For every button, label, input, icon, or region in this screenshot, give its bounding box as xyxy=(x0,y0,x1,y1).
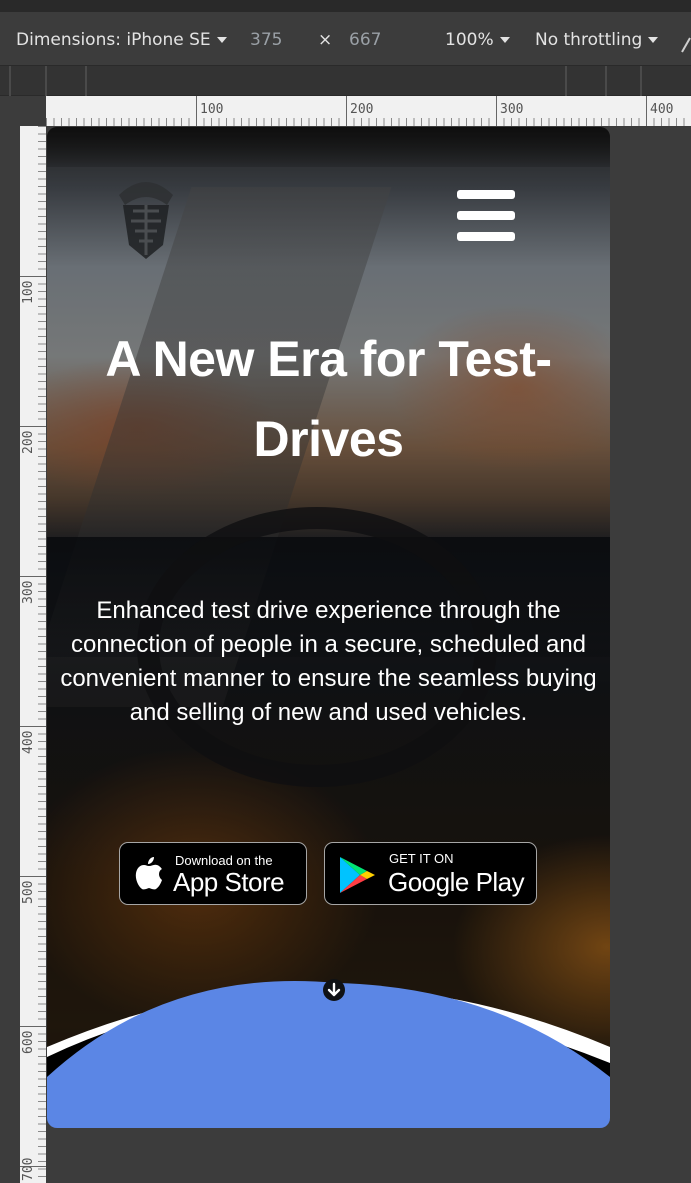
hero-headline-line2: Drives xyxy=(253,411,404,467)
pencil-icon[interactable] xyxy=(680,34,691,54)
device-select[interactable]: Dimensions: iPhone SE xyxy=(16,30,227,50)
scroll-down-button[interactable] xyxy=(323,979,345,1001)
media-query-bar[interactable] xyxy=(0,66,691,96)
vertical-ruler: 100 200 300 400 500 600 700 xyxy=(20,126,46,1183)
horizontal-ruler: 100 200 300 400 xyxy=(46,96,691,126)
ruler-label: 400 xyxy=(21,730,36,754)
ruler-label: 200 xyxy=(21,430,36,454)
ruler-label: 100 xyxy=(21,280,36,304)
throttling-label: No throttling xyxy=(535,30,643,50)
device-toolbar: Dimensions: iPhone SE 375 × 667 100% No … xyxy=(0,12,691,66)
hero-description: Enhanced test drive experience through t… xyxy=(60,597,597,726)
device-select-label: Dimensions: iPhone SE xyxy=(16,30,211,50)
caret-down-icon xyxy=(499,37,510,43)
ruler-label: 700 xyxy=(21,1157,36,1181)
caret-down-icon xyxy=(648,37,659,43)
hero-headline: A New Era for Test- Drives xyxy=(57,319,600,479)
ruler-label: 600 xyxy=(21,1030,36,1054)
apple-icon xyxy=(135,857,162,890)
ruler-label: 400 xyxy=(650,102,674,117)
mobile-viewport: A New Era for Test- Drives Enhanced test… xyxy=(47,127,610,1128)
dimension-separator: × xyxy=(318,30,333,50)
google-play-icon xyxy=(340,857,375,893)
width-input[interactable]: 375 xyxy=(250,30,282,50)
ruler-label: 300 xyxy=(21,580,36,604)
arrow-down-icon xyxy=(327,982,341,997)
caret-down-icon xyxy=(216,37,227,43)
ruler-label: 200 xyxy=(350,102,374,117)
google-play-button[interactable]: GET IT ON Google Play xyxy=(324,842,537,905)
height-input[interactable]: 667 xyxy=(349,30,381,50)
google-play-small-text: GET IT ON xyxy=(389,851,454,866)
hamburger-menu-icon[interactable] xyxy=(457,190,517,244)
hero-headline-line1: A New Era for Test- xyxy=(105,331,552,387)
logo-icon[interactable] xyxy=(109,175,183,261)
ruler-label: 300 xyxy=(500,102,524,117)
ruler-label: 100 xyxy=(200,102,224,117)
devtools-top-strip xyxy=(0,0,691,12)
ruler-label: 500 xyxy=(21,880,36,904)
throttling-select[interactable]: No throttling xyxy=(535,30,659,50)
app-store-small-text: Download on the xyxy=(175,853,273,868)
app-store-button[interactable]: Download on the App Store xyxy=(119,842,307,905)
zoom-label: 100% xyxy=(445,30,494,50)
zoom-select[interactable]: 100% xyxy=(445,30,510,50)
app-store-big-text: App Store xyxy=(173,867,285,897)
google-play-big-text: Google Play xyxy=(388,867,525,897)
